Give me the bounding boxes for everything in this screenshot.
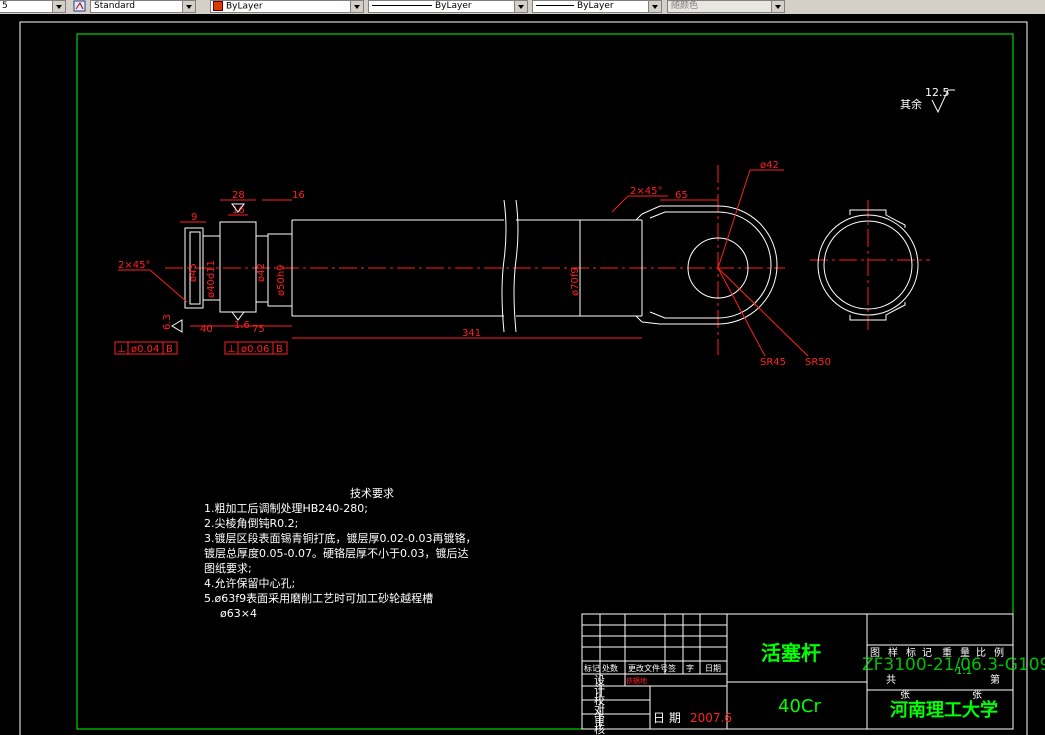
- plot-style-combo: 随颜色: [667, 0, 785, 13]
- color-value: ByLayer: [226, 1, 263, 12]
- notes-line-5: 图纸要求;: [204, 562, 252, 575]
- dim-dia45: ø45: [188, 263, 199, 282]
- dim-40: 40: [200, 324, 213, 335]
- dim-dia42-top: ø42: [760, 160, 779, 171]
- dim-65: 65: [675, 190, 688, 201]
- lineweight-value: ByLayer: [577, 1, 614, 11]
- sheet-no-label: 第: [990, 673, 1000, 686]
- drawing-canvas[interactable]: 其余 12.5 9 28 16 16 40 75 341 65 6.3 1.6 …: [0, 14, 1045, 735]
- rev-red-note: 依据地: [626, 676, 647, 685]
- linetype-value: ByLayer: [435, 1, 472, 11]
- tol1-symbol: ⊥: [117, 344, 126, 355]
- rev-label-date: 日期: [705, 664, 721, 673]
- tol1-value: ø0.04: [131, 344, 159, 355]
- chevron-down-icon[interactable]: [514, 1, 527, 12]
- text-style-icon[interactable]: [73, 0, 87, 13]
- tb-header-7: 比: [976, 647, 986, 659]
- sheet-unit: 张: [900, 689, 910, 701]
- text-style-combo[interactable]: Standard: [90, 0, 196, 13]
- chevron-down-icon: [771, 1, 784, 12]
- dim-dia70f9: ø70f9: [570, 267, 581, 296]
- tb-header-4: 记: [922, 647, 932, 659]
- notes-line-2: 2.尖棱角倒钝R0.2;: [204, 516, 298, 530]
- lineweight-preview-icon: [536, 5, 574, 6]
- rev-label-char: 字: [686, 663, 694, 673]
- notes-line-4: 镀层总厚度0.05-0.07。硬铬层厚不小于0.03，镀后达: [204, 546, 468, 560]
- material: 40Cr: [778, 696, 821, 717]
- notes-line-8: ø63×4: [220, 607, 257, 620]
- tb-header-6: 量: [960, 647, 970, 659]
- dimension-scale-combo[interactable]: 5: [0, 0, 66, 13]
- dim-1-6: 1.6: [234, 320, 250, 331]
- tb-header-1: 图: [870, 647, 880, 659]
- rev-label-count: 处数: [602, 663, 618, 673]
- dim-75: 75: [252, 324, 265, 335]
- date-label: 日 期: [653, 711, 681, 725]
- dim-dia40d11: ø40d11: [206, 260, 217, 298]
- rev-label-doc: 更改文件号: [628, 663, 668, 673]
- plot-style-value: 随颜色: [671, 1, 699, 11]
- date-value: 2007.6: [690, 711, 732, 725]
- tb-header-5: 重: [942, 646, 952, 659]
- dim-28: 28: [232, 190, 245, 201]
- color-combo[interactable]: ByLayer: [210, 0, 364, 13]
- notes-title: 技术要求: [350, 487, 394, 500]
- roughness-value: 12.5: [925, 86, 950, 99]
- dim-dia42: ø42: [256, 263, 267, 282]
- dim-sr45: SR45: [760, 357, 786, 368]
- notes-line-7: 5.ø63f9表面采用磨削工艺时可加工砂轮越程槽: [204, 591, 433, 605]
- part-name: 活塞杆: [761, 641, 821, 665]
- sheet-total-label: 共: [886, 674, 896, 686]
- tol1-ref: B: [166, 344, 173, 355]
- roughness-note-label: 其余: [900, 97, 922, 111]
- dim-16-b: 16: [292, 190, 305, 201]
- dim-sr50: SR50: [805, 357, 831, 368]
- notes-line-3: 3.镀层区段表面锡青铜打底，镀层厚0.02-0.03再镀铬，: [204, 531, 476, 545]
- tol2-ref: B: [276, 344, 283, 355]
- chamfer-right: 2×45°: [630, 186, 662, 197]
- dim-341: 341: [462, 328, 481, 339]
- dimension-scale-value: 5: [2, 1, 8, 11]
- tol2-value: ø0.06: [241, 344, 269, 355]
- tb-header-8: 例: [994, 646, 1004, 659]
- properties-toolbar: 5 Standard ByLayer ByLayer ByLayer 随颜色: [0, 0, 1045, 15]
- sheet-unit-2: 张: [972, 689, 982, 701]
- notes-line-6: 4.允许保留中心孔;: [204, 576, 295, 590]
- chevron-down-icon[interactable]: [350, 1, 363, 12]
- linetype-combo[interactable]: ByLayer: [368, 0, 528, 13]
- tb-header-3: 标: [906, 647, 916, 659]
- dim-6-3: 6.3: [162, 314, 173, 330]
- model-space: [0, 14, 1045, 735]
- tol2-symbol: ⊥: [227, 344, 236, 355]
- dim-9: 9: [191, 212, 197, 223]
- color-swatch-icon: [213, 1, 223, 11]
- chevron-down-icon[interactable]: [182, 1, 195, 12]
- notes-line-1: 1.粗加工后调制处理HB240-280;: [204, 502, 368, 515]
- linetype-preview-icon: [372, 5, 432, 6]
- lineweight-combo[interactable]: ByLayer: [532, 0, 662, 13]
- chamfer-left: 2×45°: [118, 260, 150, 271]
- chevron-down-icon[interactable]: [648, 1, 661, 12]
- tb-header-2: 样: [888, 646, 898, 659]
- dim-dia50h9: ø50h9: [276, 264, 287, 296]
- rev-label-mark: 标记: [584, 663, 600, 673]
- chevron-down-icon[interactable]: [52, 1, 65, 12]
- school-name: 河南理工大学: [890, 699, 998, 721]
- role-6: 核: [594, 722, 605, 735]
- text-style-value: Standard: [94, 1, 135, 11]
- scale-value: 1:1: [956, 666, 972, 677]
- rev-label-sign: 签: [668, 663, 676, 673]
